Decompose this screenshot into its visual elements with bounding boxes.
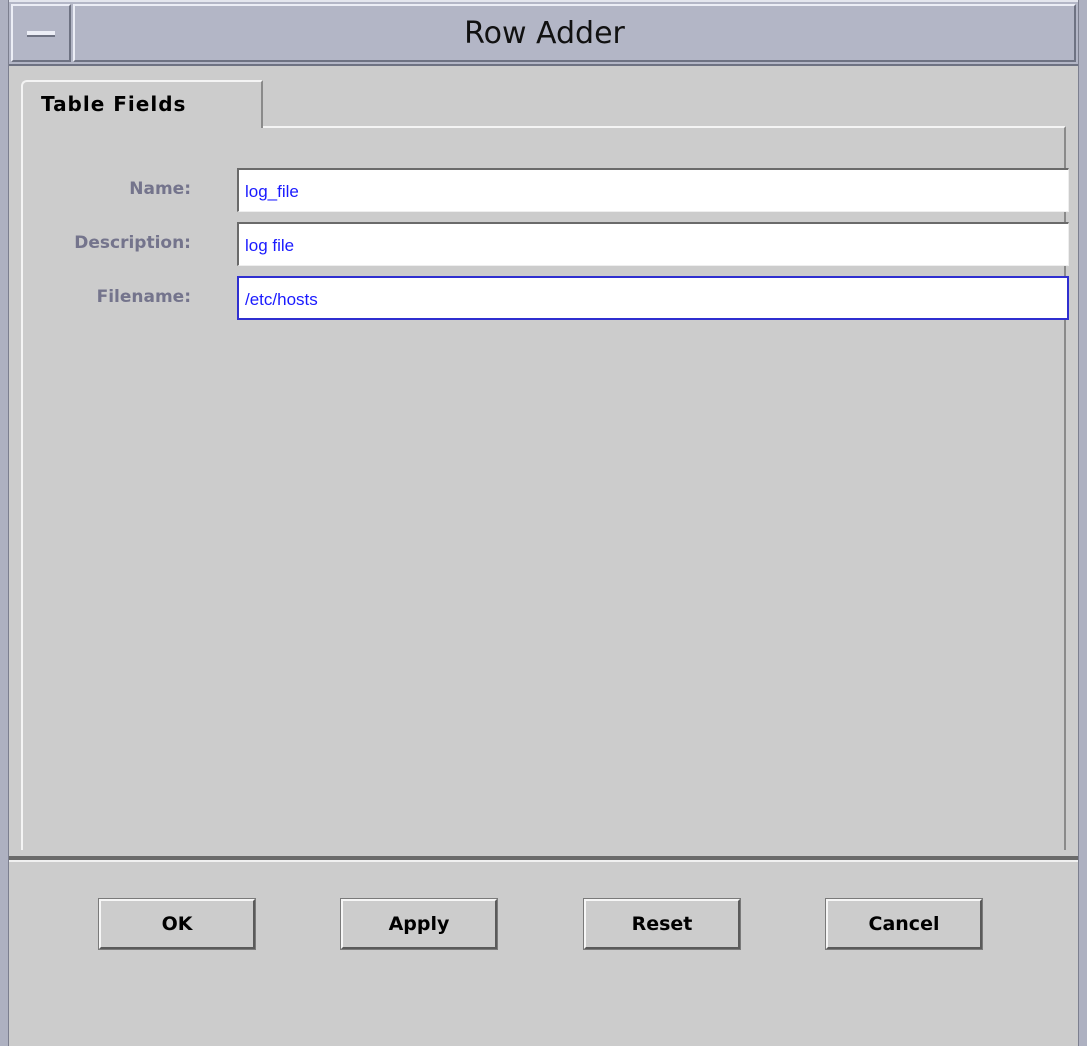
- window-menu-button[interactable]: [11, 4, 71, 62]
- window-title: Row Adder: [464, 15, 625, 51]
- window-menu-icon: [27, 31, 55, 37]
- dialog-body: Table Fields Name: log_file Description:…: [9, 66, 1078, 1046]
- cancel-button[interactable]: Cancel: [825, 898, 983, 950]
- name-field[interactable]: log_file: [237, 168, 1069, 212]
- description-label: Description:: [74, 233, 191, 253]
- ok-button[interactable]: OK: [98, 898, 256, 950]
- window-border-right[interactable]: [1078, 0, 1087, 1046]
- window-frame: Row Adder Table Fields Name: log_file De…: [0, 0, 1087, 1046]
- filename-field[interactable]: /etc/hosts: [237, 276, 1069, 320]
- title-bar[interactable]: Row Adder: [9, 0, 1078, 66]
- button-bar: OK Apply Reset Cancel: [9, 862, 1078, 1046]
- filename-label: Filename:: [96, 287, 191, 307]
- window-border-left[interactable]: [0, 0, 9, 1046]
- apply-button[interactable]: Apply: [340, 898, 498, 950]
- description-field[interactable]: log file: [237, 222, 1069, 266]
- title-area[interactable]: Row Adder: [73, 4, 1076, 62]
- name-label: Name:: [129, 179, 191, 199]
- table-fields-panel: Name: log_file Description: log file Fil…: [21, 126, 1069, 850]
- tab-table-fields[interactable]: Table Fields: [21, 80, 263, 128]
- tab-label: Table Fields: [41, 92, 187, 116]
- reset-button[interactable]: Reset: [583, 898, 741, 950]
